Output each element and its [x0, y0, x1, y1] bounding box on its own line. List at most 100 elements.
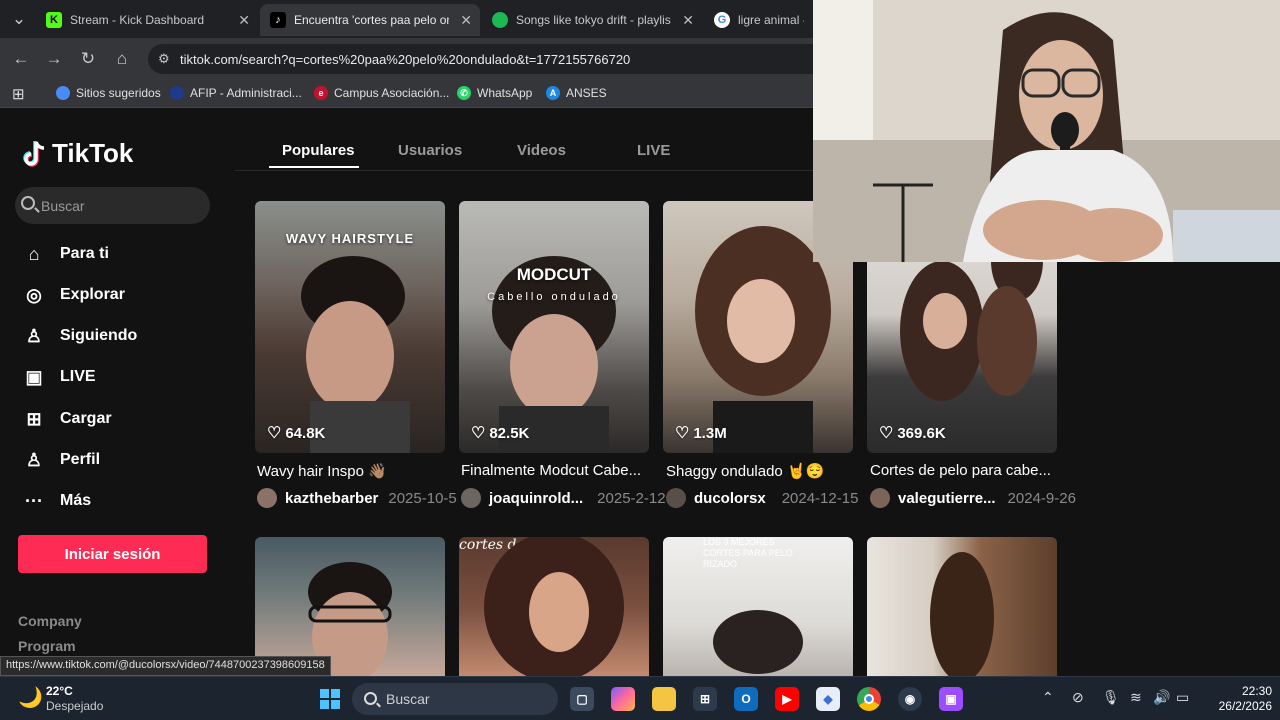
search-icon [21, 196, 35, 210]
copilot-icon[interactable] [611, 687, 635, 711]
whatsapp-icon: ✆ [457, 86, 471, 100]
forward-arrow-icon[interactable]: → [41, 46, 67, 72]
video-card[interactable]: LOS 3 MEJORES CORTES PARA PELO RIZADO [663, 537, 853, 676]
wifi-icon[interactable]: ≋ [1130, 689, 1142, 706]
avatar[interactable] [257, 488, 277, 508]
tiktok-logo[interactable]: TikTok [22, 138, 133, 169]
youtube-icon[interactable]: ▶ [775, 687, 799, 711]
outlook-icon[interactable]: O [734, 687, 758, 711]
active-tab-indicator [269, 166, 359, 168]
home-icon: ⌂ [28, 243, 40, 264]
video-meta: joaquinrold... 2025-2-12 [461, 488, 666, 508]
tab-populares[interactable]: Populares [282, 142, 355, 159]
bookmark-sitios-sugeridos[interactable]: Sitios sugeridos [56, 86, 161, 100]
bookmark-whatsapp[interactable]: ✆ WhatsApp [457, 86, 532, 100]
anses-icon: A [546, 86, 560, 100]
tab-usuarios[interactable]: Usuarios [398, 142, 462, 159]
footer-link-program[interactable]: Program [18, 638, 76, 654]
tab-spotify[interactable]: Songs like tokyo drift - playlist ✕ [482, 4, 702, 36]
heart-icon: ♡ [471, 425, 486, 442]
video-meta: ducolorsx 2024-12-15 [666, 488, 858, 508]
heart-icon: ♡ [879, 425, 894, 442]
close-tab-icon[interactable]: ✕ [460, 12, 472, 29]
heart-icon: ♡ [267, 425, 282, 442]
video-card[interactable]: cortes de pelo [459, 537, 649, 676]
microphone-icon[interactable]: 🎙 [1102, 689, 1120, 706]
tab-tiktok[interactable]: ♪ Encuentra 'cortes paa pelo ondulado' ✕ [260, 4, 480, 36]
nav-cargar[interactable]: ⊞ Cargar [22, 404, 111, 434]
weather-moon-icon: 🌙 [18, 687, 43, 709]
campus-icon: e [314, 86, 328, 100]
obs-icon[interactable]: ◉ [898, 687, 922, 711]
clock-date[interactable]: 26/2/2026 [1200, 699, 1272, 713]
streaming-app-icon[interactable]: ▣ [939, 687, 963, 711]
spotify-icon [492, 12, 508, 28]
close-tab-icon[interactable]: ✕ [238, 12, 250, 29]
reload-icon[interactable]: ↻ [75, 46, 101, 72]
tab-videos[interactable]: Videos [517, 142, 566, 159]
nav-perfil[interactable]: ♙ Perfil [22, 445, 100, 475]
search-input[interactable]: Buscar [15, 187, 210, 224]
video-title[interactable]: Cortes de pelo para cabe... [870, 462, 1051, 479]
live-icon: ▣ [25, 366, 43, 387]
nav-mas[interactable]: ··· Más [22, 486, 91, 516]
file-explorer-icon[interactable] [652, 687, 676, 711]
windows-taskbar: 🌙 22°C Despejado Buscar ▢ ⊞ O ▶ ◆ ◉ ▣ ⌃ … [0, 676, 1280, 720]
bookmark-anses[interactable]: A ANSES [546, 86, 607, 100]
weather-temp[interactable]: 22°C [46, 684, 73, 698]
volume-icon[interactable]: 🔊 [1153, 689, 1170, 706]
more-icon: ··· [25, 490, 43, 511]
windows-start-icon[interactable] [318, 687, 342, 711]
tiktok-note-icon [22, 140, 46, 168]
footer-link-company[interactable]: Company [18, 613, 82, 629]
battery-icon[interactable]: ▭ [1176, 689, 1189, 706]
tab-live[interactable]: LIVE [637, 142, 670, 159]
clock-time[interactable]: 22:30 [1210, 684, 1272, 698]
video-title[interactable]: Shaggy ondulado 🤘😌 [666, 462, 824, 480]
show-hidden-icons[interactable]: ⌃ [1042, 689, 1054, 706]
tab-google[interactable]: G ligre animal - G [704, 4, 814, 36]
nav-para-ti[interactable]: ⌂ Para ti [22, 239, 109, 269]
microsoft-store-icon[interactable]: ⊞ [693, 687, 717, 711]
avatar[interactable] [870, 488, 890, 508]
chrome-icon[interactable] [857, 687, 881, 711]
video-title[interactable]: Wavy hair Inspo 👋🏽 [257, 462, 387, 480]
bookmark-campus[interactable]: e Campus Asociación... [314, 86, 449, 100]
avatar[interactable] [666, 488, 686, 508]
site-settings-icon[interactable]: ⚙ [158, 51, 170, 67]
tab-search-dropdown[interactable]: ⌄ [6, 6, 32, 32]
apps-grid-icon[interactable]: ⊞ [12, 85, 25, 103]
video-meta: valegutierre... 2024-9-26 [870, 488, 1076, 508]
tab-kick[interactable]: K Stream - Kick Dashboard ✕ [36, 4, 258, 36]
google-icon: G [714, 12, 730, 28]
tiktok-icon: ♪ [270, 12, 286, 28]
video-meta: kazthebarber 2025-10-5 [257, 488, 457, 508]
afip-icon [170, 86, 184, 100]
compass-icon: ◎ [26, 284, 42, 305]
nav-siguiendo[interactable]: ♙ Siguiendo [22, 321, 137, 351]
profile-icon: ♙ [25, 449, 43, 470]
following-icon: ♙ [25, 325, 43, 346]
close-tab-icon[interactable]: ✕ [682, 12, 694, 29]
webcam-overlay [813, 0, 1280, 262]
app-icon[interactable]: ◆ [816, 687, 840, 711]
link-status-url: https://www.tiktok.com/@ducolorsx/video/… [0, 656, 331, 676]
upload-icon: ⊞ [26, 408, 42, 429]
home-icon[interactable]: ⌂ [109, 46, 135, 72]
bookmark-afip[interactable]: AFIP - Administraci... [170, 86, 302, 100]
video-card[interactable]: MODCUT Cabello ondulado ♡ 82.5K [459, 201, 649, 453]
video-card[interactable] [867, 537, 1057, 676]
search-icon [364, 692, 377, 705]
heart-icon: ♡ [675, 425, 690, 442]
nav-explorar[interactable]: ◎ Explorar [22, 280, 125, 310]
avatar[interactable] [461, 488, 481, 508]
taskbar-search-input[interactable]: Buscar [352, 683, 558, 715]
suggested-sites-icon [56, 86, 70, 100]
login-button[interactable]: Iniciar sesión [18, 535, 207, 573]
back-arrow-icon[interactable]: ← [8, 46, 34, 72]
video-title[interactable]: Finalmente Modcut Cabe... [461, 462, 641, 479]
nav-live[interactable]: ▣ LIVE [22, 362, 95, 392]
video-card[interactable]: WAVY HAIRSTYLE ♡ 64.8K [255, 201, 445, 453]
network-off-icon[interactable]: ⊘ [1072, 689, 1084, 706]
task-view-icon[interactable]: ▢ [570, 687, 594, 711]
